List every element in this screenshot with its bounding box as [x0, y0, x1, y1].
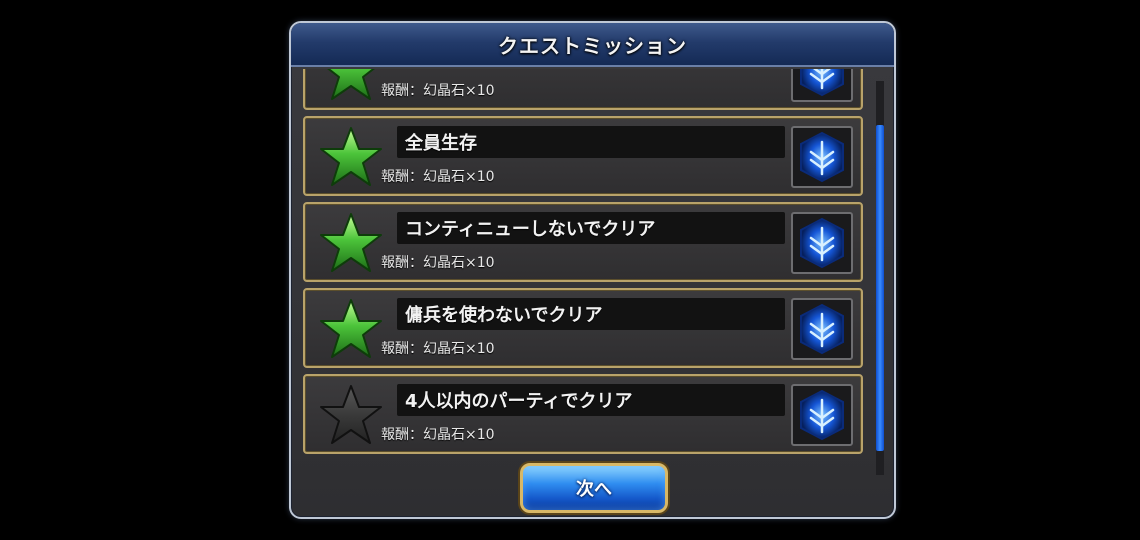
- mission-name-bar: 傭兵を使わないでクリア: [397, 298, 785, 330]
- mission-name: コンティニューしないでクリア: [405, 219, 656, 240]
- mission-reward: 報酬：幻晶石×10: [381, 427, 495, 443]
- crystal-icon: [791, 298, 853, 360]
- dialog-title: クエストミッション: [498, 33, 687, 58]
- mission-name: 全員生存: [405, 133, 477, 154]
- mission-row: 全員生存報酬：幻晶石×10: [303, 116, 863, 196]
- mission-row: 報酬：幻晶石×10: [303, 69, 863, 110]
- mission-name-bar: 全員生存: [397, 126, 785, 158]
- crystal-icon: [791, 126, 853, 188]
- mission-name: 傭兵を使わないでクリア: [405, 305, 603, 326]
- star-green-icon: [319, 69, 383, 102]
- star-green-icon: [319, 298, 383, 360]
- mission-name-bar: コンティニューしないでクリア: [397, 212, 785, 244]
- star-gray-icon: [319, 384, 383, 446]
- mission-reward: 報酬：幻晶石×10: [381, 255, 495, 271]
- mission-row: 4人以内のパーティでクリア報酬：幻晶石×10: [303, 374, 863, 454]
- mission-list: 報酬：幻晶石×10 全員生存 報酬：幻晶石×10 コンティニューしないでクリア 報酬：幻…: [303, 69, 865, 460]
- mission-reward: 報酬：幻晶石×10: [381, 83, 495, 99]
- quest-mission-dialog: クエストミッション 報酬：幻晶石×10 全員生存 報酬：幻晶石×10 コンティニューし…: [289, 21, 896, 519]
- crystal-icon: [791, 69, 853, 102]
- star-green-icon: [319, 126, 383, 188]
- mission-row: 傭兵を使わないでクリア報酬：幻晶石×10: [303, 288, 863, 368]
- next-button-label: 次へ: [576, 479, 612, 500]
- crystal-icon: [791, 384, 853, 446]
- mission-reward: 報酬：幻晶石×10: [381, 341, 495, 357]
- scrollbar-thumb[interactable]: [876, 125, 884, 451]
- scrollbar-track[interactable]: [876, 81, 884, 475]
- mission-name: 4人以内のパーティでクリア: [405, 391, 633, 412]
- mission-name-bar: 4人以内のパーティでクリア: [397, 384, 785, 416]
- title-bar: クエストミッション: [291, 23, 894, 67]
- mission-list-viewport[interactable]: 報酬：幻晶石×10 全員生存 報酬：幻晶石×10 コンティニューしないでクリア 報酬：幻…: [303, 69, 865, 477]
- star-green-icon: [319, 212, 383, 274]
- mission-row: コンティニューしないでクリア報酬：幻晶石×10: [303, 202, 863, 282]
- mission-reward: 報酬：幻晶石×10: [381, 169, 495, 185]
- next-button[interactable]: 次へ: [520, 463, 668, 513]
- crystal-icon: [791, 212, 853, 274]
